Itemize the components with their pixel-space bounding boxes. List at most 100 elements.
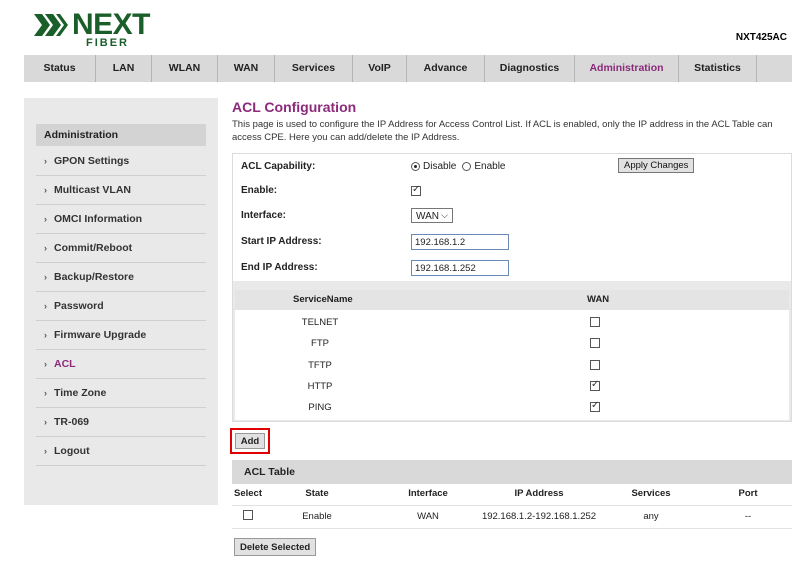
col-select: Select <box>234 488 262 499</box>
sidebar-item-acl[interactable]: › ACL <box>36 350 206 379</box>
sidebar-item-commit-reboot[interactable]: › Commit/Reboot <box>36 234 206 263</box>
chevron-right-icon: › <box>44 185 47 195</box>
service-row: HTTP <box>235 376 789 397</box>
disable-radio-label: Disable <box>423 161 457 172</box>
row-port: -- <box>744 511 752 522</box>
services-table: ServiceName WAN TELNET FTP TFTP HTTP PIN… <box>235 290 789 420</box>
start-ip-label: Start IP Address: <box>241 236 322 247</box>
disable-radio[interactable] <box>411 162 420 171</box>
end-ip-input[interactable]: 192.168.1.252 <box>411 260 509 276</box>
interface-select-value: WAN <box>416 211 439 222</box>
row-services: any <box>643 511 659 522</box>
service-wan-checkbox[interactable] <box>590 317 600 327</box>
nav-wan[interactable]: WAN <box>218 55 275 82</box>
delete-selected-button[interactable]: Delete Selected <box>234 538 317 556</box>
sidebar-item-backup-restore[interactable]: › Backup/Restore <box>36 263 206 292</box>
chevron-right-icon: › <box>44 156 47 166</box>
enable-control <box>411 178 421 203</box>
page-title: ACL Configuration <box>232 99 357 115</box>
sidebar-item-tr-069[interactable]: › TR-069 <box>36 408 206 437</box>
row-ip-address: 192.168.1.2-192.168.1.252 <box>481 511 597 522</box>
nav-advance[interactable]: Advance <box>407 55 485 82</box>
sidebar-item-multicast-vlan[interactable]: › Multicast VLAN <box>36 176 206 205</box>
sidebar-item-label: Multicast VLAN <box>54 184 132 196</box>
col-ip-address: IP Address <box>514 488 564 499</box>
chevron-right-icon: › <box>44 388 47 398</box>
start-ip-row: Start IP Address: 192.168.1.2 <box>233 229 791 257</box>
logo-chevrons-icon <box>34 14 68 36</box>
end-ip-row: End IP Address: 192.168.1.252 <box>233 255 791 283</box>
enable-radio-label: Enable <box>474 161 506 172</box>
chevron-right-icon: › <box>44 417 47 427</box>
chevron-right-icon: › <box>44 330 47 340</box>
chevron-down-icon: ⌵ <box>441 210 448 220</box>
nav-voip[interactable]: VoIP <box>353 55 407 82</box>
page-description: This page is used to configure the IP Ad… <box>232 119 773 143</box>
row-select-checkbox[interactable] <box>243 510 253 520</box>
chevron-right-icon: › <box>44 359 47 369</box>
col-services: Services <box>631 488 671 499</box>
acl-capability-options: Disable Enable <box>411 154 512 179</box>
interface-control: WAN ⌵ <box>411 202 453 229</box>
interface-select[interactable]: WAN ⌵ <box>411 208 453 223</box>
sidebar-list: › GPON Settings › Multicast VLAN › OMCI Inf… <box>36 147 206 466</box>
sidebar-item-gpon-settings[interactable]: › GPON Settings <box>36 147 206 176</box>
sidebar-item-label: Commit/Reboot <box>54 242 133 254</box>
top-nav: Status LAN WLAN WAN Services VoIP Advanc… <box>24 55 792 82</box>
acl-capability-row: ACL Capability: Disable Enable Apply Cha… <box>233 154 791 181</box>
service-name: HTTP <box>307 381 333 392</box>
service-row: PING <box>235 397 789 418</box>
start-ip-input[interactable]: 192.168.1.2 <box>411 234 509 250</box>
service-row: TFTP <box>235 355 789 376</box>
add-button[interactable]: Add <box>235 433 265 449</box>
apply-changes-button[interactable]: Apply Changes <box>618 158 695 173</box>
service-wan-checkbox[interactable] <box>590 400 600 412</box>
sidebar: Administration › GPON Settings › Multicast… <box>24 98 218 505</box>
sidebar-item-omci-information[interactable]: › OMCI Information <box>36 205 206 234</box>
model-name: NXT425AC <box>735 32 787 43</box>
nav-wlan[interactable]: WLAN <box>152 55 218 82</box>
row-interface: WAN <box>417 511 439 522</box>
chevron-right-icon: › <box>44 301 47 311</box>
nav-status[interactable]: Status <box>24 55 96 82</box>
acl-table-title: ACL Table <box>232 460 792 484</box>
end-ip-control: 192.168.1.252 <box>411 255 509 281</box>
enable-label: Enable: <box>241 185 278 196</box>
service-name: TFTP <box>308 360 332 371</box>
sidebar-item-label: Logout <box>54 445 90 457</box>
sidebar-item-time-zone[interactable]: › Time Zone <box>36 379 206 408</box>
add-button-highlight: Add <box>230 428 270 454</box>
sidebar-item-firmware-upgrade[interactable]: › Firmware Upgrade <box>36 321 206 350</box>
sidebar-item-label: OMCI Information <box>54 213 143 225</box>
services-table-header: ServiceName WAN <box>235 290 789 310</box>
chevron-right-icon: › <box>44 243 47 253</box>
enable-radio[interactable] <box>462 162 472 171</box>
acl-config-form: ACL Capability: Disable Enable Apply Cha… <box>232 153 792 422</box>
sidebar-item-label: Backup/Restore <box>54 271 134 283</box>
nav-statistics[interactable]: Statistics <box>679 55 757 82</box>
sidebar-heading: Administration <box>36 124 206 146</box>
nav-administration[interactable]: Administration <box>575 55 679 82</box>
service-wan-checkbox[interactable] <box>590 379 600 391</box>
service-name: FTP <box>311 338 329 349</box>
sidebar-item-label: TR-069 <box>54 416 90 428</box>
interface-label: Interface: <box>241 210 287 221</box>
acl-capability-label: ACL Capability: <box>241 161 316 172</box>
service-name: PING <box>308 402 332 413</box>
service-row: TELNET <box>235 312 789 333</box>
col-state: State <box>305 488 329 499</box>
sidebar-item-label: Password <box>54 300 104 312</box>
nav-services[interactable]: Services <box>275 55 353 82</box>
nav-lan[interactable]: LAN <box>96 55 152 82</box>
table-row: Enable WAN 192.168.1.2-192.168.1.252 any… <box>232 505 792 529</box>
service-wan-checkbox[interactable] <box>590 360 600 370</box>
nav-diagnostics[interactable]: Diagnostics <box>485 55 575 82</box>
start-ip-control: 192.168.1.2 <box>411 229 509 255</box>
sidebar-item-logout[interactable]: › Logout <box>36 437 206 466</box>
sidebar-item-label: Time Zone <box>54 387 107 399</box>
service-wan-checkbox[interactable] <box>590 338 600 348</box>
next-fiber-logo: NEXT FIBER <box>34 8 174 50</box>
col-interface: Interface <box>408 488 448 499</box>
sidebar-item-password[interactable]: › Password <box>36 292 206 321</box>
enable-checkbox[interactable] <box>411 184 421 196</box>
